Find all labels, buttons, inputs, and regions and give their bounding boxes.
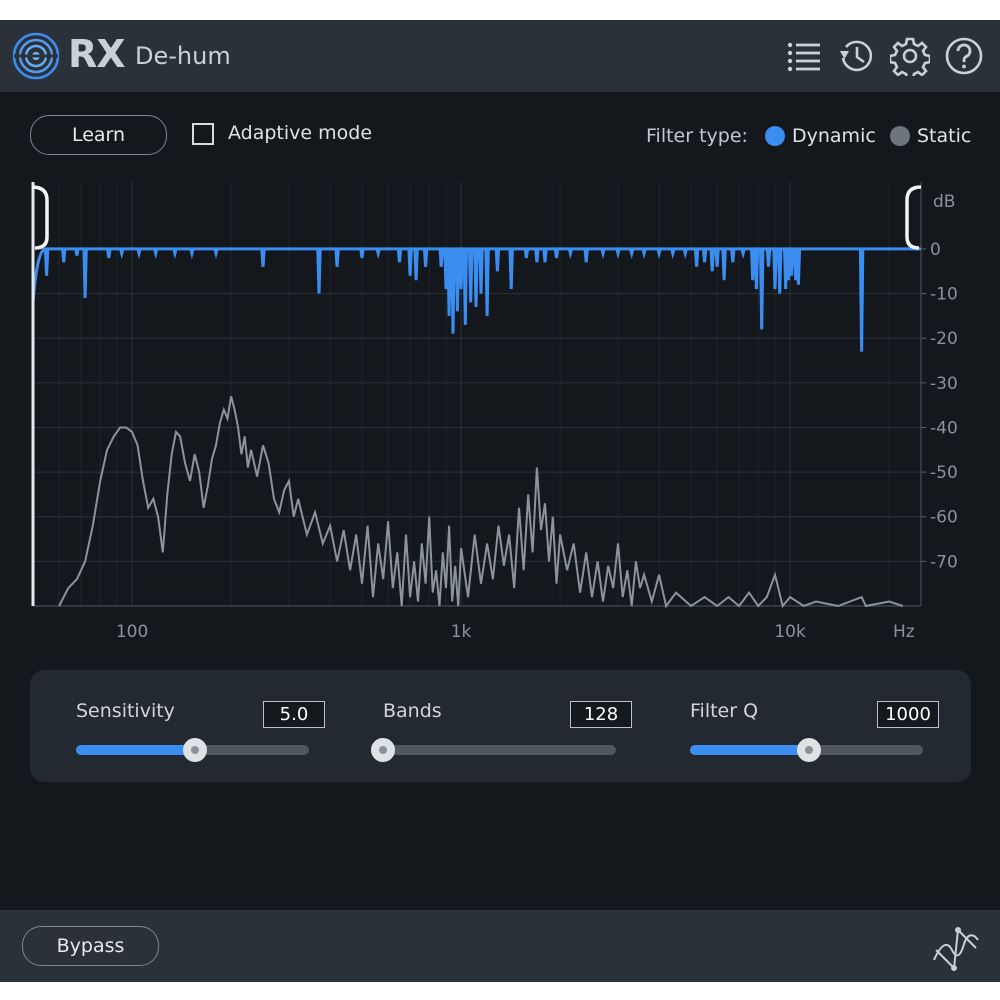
bands-label: Bands	[383, 700, 442, 722]
history-icon[interactable]	[837, 36, 877, 76]
y-tick-label: -30	[930, 374, 958, 394]
bands-slider-knob[interactable]	[371, 738, 395, 762]
filter-dynamic-radio[interactable]	[765, 126, 785, 146]
y-tick-label: -20	[930, 329, 958, 349]
bottom-bar: Bypass	[0, 910, 1000, 982]
izotope-logo-icon	[933, 927, 979, 971]
adaptive-mode-label[interactable]: Adaptive mode	[228, 122, 372, 144]
help-icon[interactable]	[944, 36, 984, 76]
y-unit-label: dB	[933, 192, 955, 212]
filter-q-slider-knob[interactable]	[796, 738, 821, 762]
brand-name: RX	[68, 32, 126, 76]
filter-q-slider-fill	[690, 745, 809, 755]
adaptive-mode-checkbox[interactable]	[192, 123, 214, 145]
filter-dynamic-label[interactable]: Dynamic	[792, 125, 876, 147]
filter-q-value-field[interactable]: 1000	[877, 701, 939, 728]
x-tick-label: 10k	[774, 622, 806, 642]
learn-button[interactable]: Learn	[30, 115, 167, 155]
bands-value-field[interactable]: 128	[570, 701, 632, 728]
sensitivity-label: Sensitivity	[76, 700, 175, 722]
y-tick-label: -10	[930, 285, 958, 305]
plugin-name: De-hum	[135, 42, 231, 70]
y-tick-label: -60	[930, 508, 958, 528]
presets-list-icon[interactable]	[784, 36, 824, 76]
spectrum-graph[interactable]: dB Hz 0 -10 -20 -30 -40 -50 -60 -70 100 1k 10k	[0, 182, 1000, 652]
sensitivity-slider-fill	[76, 745, 195, 755]
x-unit-label: Hz	[893, 622, 915, 642]
sensitivity-slider[interactable]	[76, 738, 309, 762]
de-hum-plugin-window: RX De-hum Learn Adaptive mode Filter typ…	[0, 20, 1000, 982]
y-tick-label: -40	[930, 418, 958, 438]
y-tick-label: -50	[930, 463, 958, 483]
bypass-button[interactable]: Bypass	[22, 926, 159, 966]
slider-panel: Sensitivity 5.0 Bands 128 Filter Q 1000	[30, 670, 971, 782]
settings-gear-icon[interactable]	[890, 36, 930, 76]
main-area: Learn Adaptive mode Filter type: Dynamic…	[0, 92, 1000, 910]
filter-q-slider[interactable]	[690, 738, 923, 762]
bands-slider[interactable]	[371, 738, 616, 762]
title-bar: RX De-hum	[0, 20, 1000, 92]
sensitivity-value-field[interactable]: 5.0	[263, 701, 325, 728]
x-tick-label: 1k	[451, 622, 472, 642]
y-tick-label: -70	[930, 552, 958, 572]
filter-q-label: Filter Q	[690, 700, 759, 722]
sensitivity-slider-knob[interactable]	[182, 738, 207, 762]
filter-type-label: Filter type:	[646, 125, 748, 147]
y-tick-label: 0	[930, 240, 941, 260]
rx-logo-icon	[12, 32, 60, 80]
graph-plot-area	[33, 182, 921, 606]
filter-static-label[interactable]: Static	[917, 125, 971, 147]
x-tick-label: 100	[116, 622, 148, 642]
filter-static-radio[interactable]	[890, 126, 910, 146]
